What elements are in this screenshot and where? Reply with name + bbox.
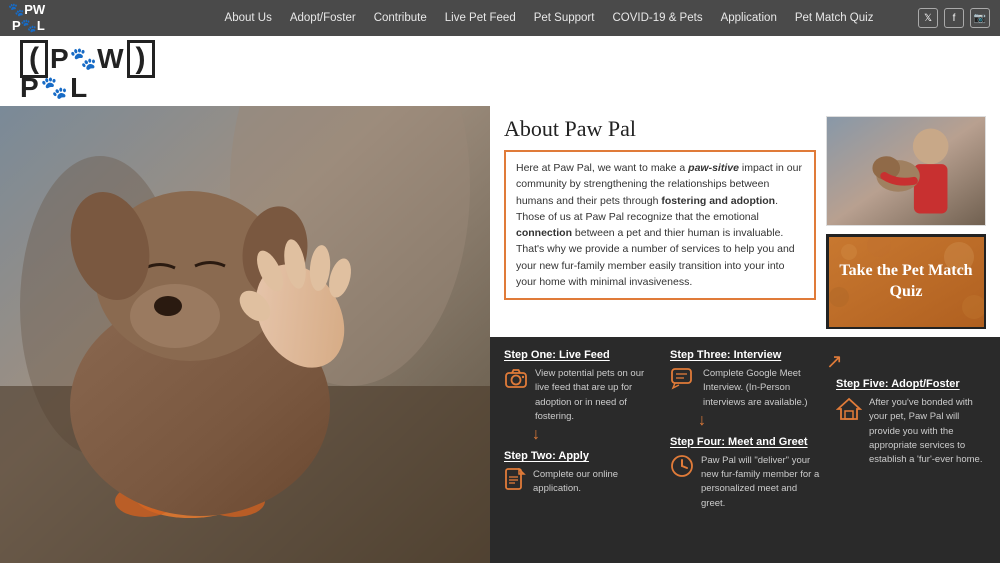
nav-logo: 🐾PW P🐾L [0, 2, 180, 34]
chat-icon [670, 367, 696, 397]
step-two-desc: Complete our online application. [533, 468, 654, 497]
about-text-area: About Paw Pal Here at Paw Pal, we want t… [504, 116, 816, 329]
about-section: About Paw Pal Here at Paw Pal, we want t… [490, 106, 1000, 337]
nav-logo-text: 🐾PW P🐾L [0, 2, 45, 34]
logo-bottom-row: P 🐾 L [20, 74, 155, 102]
person-photo [826, 116, 986, 226]
left-dog-image [0, 106, 490, 563]
steps-col-1: Step One: Live Feed View potential pets … [504, 349, 654, 551]
step-five-arrow: ↗ [826, 349, 986, 374]
house-icon [836, 396, 862, 428]
steps-section: Step One: Live Feed View potential pets … [490, 337, 1000, 563]
step-three-body: Complete Google Meet Interview. (In-Pers… [670, 367, 820, 410]
step-three-title: Step Three: Interview [670, 349, 820, 361]
logo-paw-top: 🐾 [70, 48, 97, 70]
step-four-desc: Paw Pal will "deliver" your new fur-fami… [701, 454, 820, 511]
step-three-desc: Complete Google Meet Interview. (In-Pers… [703, 367, 820, 410]
nav-contribute[interactable]: Contribute [366, 12, 435, 24]
step-one-desc: View potential pets on our live feed tha… [535, 367, 654, 424]
step-four: Step Four: Meet and Greet Paw Pal will "… [670, 436, 820, 511]
step-five-title: Step Five: Adopt/Foster [836, 378, 986, 390]
quiz-label: Take the Pet Match Quiz [837, 261, 975, 303]
nav-about-us[interactable]: About Us [217, 12, 280, 24]
twitter-icon[interactable]: 𝕏 [918, 8, 938, 28]
facebook-icon[interactable]: f [944, 8, 964, 28]
document-icon [504, 468, 526, 500]
step-one-body: View potential pets on our live feed tha… [504, 367, 654, 424]
step-four-title: Step Four: Meet and Greet [670, 436, 820, 448]
step-five-body: After you've bonded with your pet, Paw P… [836, 396, 986, 467]
nav-links: About Us Adopt/Foster Contribute Live Pe… [180, 12, 918, 24]
nav-covid-pets[interactable]: COVID-19 & Pets [604, 12, 710, 24]
step-two-title: Step Two: Apply [504, 450, 654, 462]
about-title: About Paw Pal [504, 116, 816, 142]
step-five-desc: After you've bonded with your pet, Paw P… [869, 396, 986, 467]
step-one-arrow: ↓ [532, 426, 654, 444]
steps-col-3: ↗ Step Five: Adopt/Foster After you've b… [836, 349, 986, 551]
step-five: Step Five: Adopt/Foster After you've bon… [836, 378, 986, 467]
logo-top-row: ( P 🐾 W ) [20, 40, 155, 78]
step-two: Step Two: Apply Complete our online [504, 450, 654, 500]
nav-pet-support[interactable]: Pet Support [526, 12, 603, 24]
step-three: Step Three: Interview Complete Google Me… [670, 349, 820, 430]
steps-col-2: Step Three: Interview Complete Google Me… [670, 349, 820, 551]
main-content: About Paw Pal Here at Paw Pal, we want t… [0, 106, 1000, 563]
logo-title-w: W [97, 45, 124, 73]
step-three-arrow: ↓ [698, 412, 820, 430]
step-one: Step One: Live Feed View potential pets … [504, 349, 654, 444]
step-two-body: Complete our online application. [504, 468, 654, 500]
social-icons: 𝕏 f 📷 [918, 8, 990, 28]
logo-letter-p: P [20, 74, 39, 102]
instagram-icon[interactable]: 📷 [970, 8, 990, 28]
logo-bar: ( P 🐾 W ) P 🐾 L [0, 36, 1000, 106]
step-one-title: Step One: Live Feed [504, 349, 654, 361]
quiz-banner[interactable]: Take the Pet Match Quiz [826, 234, 986, 329]
nav-pet-match-quiz[interactable]: Pet Match Quiz [787, 12, 882, 24]
clock-icon [670, 454, 694, 484]
right-content: About Paw Pal Here at Paw Pal, we want t… [490, 106, 1000, 563]
logo-title-pw: P [50, 45, 70, 73]
nav-adopt-foster[interactable]: Adopt/Foster [282, 12, 364, 24]
logo-paw-bottom: 🐾 [41, 77, 68, 99]
about-right-area: Take the Pet Match Quiz [826, 116, 986, 329]
navigation: 🐾PW P🐾L About Us Adopt/Foster Contribute… [0, 0, 1000, 36]
camera-icon [504, 367, 528, 395]
person-dog-photo [827, 116, 985, 226]
logo-letter-l: L [70, 74, 87, 102]
nav-application[interactable]: Application [713, 12, 785, 24]
dog-scene [0, 106, 490, 563]
dog-illustration [0, 106, 490, 563]
about-description: Here at Paw Pal, we want to make a paw-s… [504, 150, 816, 300]
logo-bracket-close: ) [127, 40, 155, 78]
quiz-banner-text: Take the Pet Match Quiz [829, 237, 983, 326]
logo-container: ( P 🐾 W ) P 🐾 L [20, 40, 155, 102]
nav-live-pet-feed[interactable]: Live Pet Feed [437, 12, 524, 24]
step-four-body: Paw Pal will "deliver" your new fur-fami… [670, 454, 820, 511]
